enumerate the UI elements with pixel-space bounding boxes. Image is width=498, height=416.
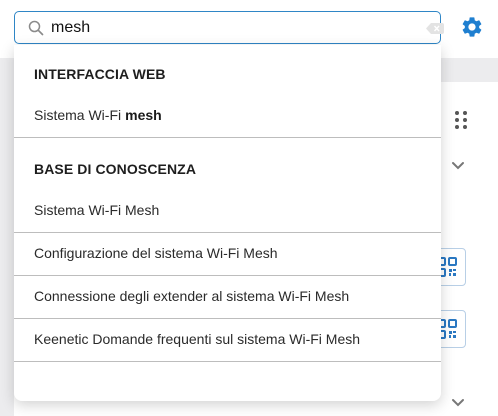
result-item-wifi-mesh-interface[interactable]: Sistema Wi-Fi mesh xyxy=(14,94,441,136)
section-heading-web-interface: INTERFACCIA WEB xyxy=(34,66,166,82)
result-item-label: Keenetic Domande frequenti sul sistema W… xyxy=(34,331,361,347)
section-divider xyxy=(14,137,441,138)
search-results-dropdown: INTERFACCIA WEB Sistema Wi-Fi mesh BASE … xyxy=(14,45,441,401)
clear-icon[interactable] xyxy=(426,23,444,34)
result-item-kb[interactable]: Keenetic Domande frequenti sul sistema W… xyxy=(14,318,441,360)
gear-icon[interactable] xyxy=(460,15,484,39)
search-input[interactable] xyxy=(51,17,391,39)
drag-handle-icon[interactable] xyxy=(455,111,467,129)
chevron-down-icon[interactable] xyxy=(451,396,465,410)
section-heading-knowledge-base: BASE DI CONOSCENZA xyxy=(34,161,197,177)
search-icon xyxy=(28,20,44,36)
result-item-label: Sistema Wi-Fi Mesh xyxy=(34,202,160,218)
item-divider xyxy=(14,361,441,362)
result-item-kb[interactable]: Sistema Wi-Fi Mesh xyxy=(14,189,441,231)
result-item-label: Connessione degli extender al sistema Wi… xyxy=(34,288,350,304)
result-item-kb[interactable]: Connessione degli extender al sistema Wi… xyxy=(14,275,441,317)
search-box[interactable] xyxy=(14,11,444,44)
result-item-label: Configurazione del sistema Wi-Fi Mesh xyxy=(34,245,278,261)
result-item-kb[interactable]: Configurazione del sistema Wi-Fi Mesh xyxy=(14,232,441,274)
chevron-down-icon[interactable] xyxy=(451,159,465,173)
result-item-label: Sistema Wi-Fi xyxy=(34,107,122,123)
result-item-match: mesh xyxy=(125,107,162,123)
